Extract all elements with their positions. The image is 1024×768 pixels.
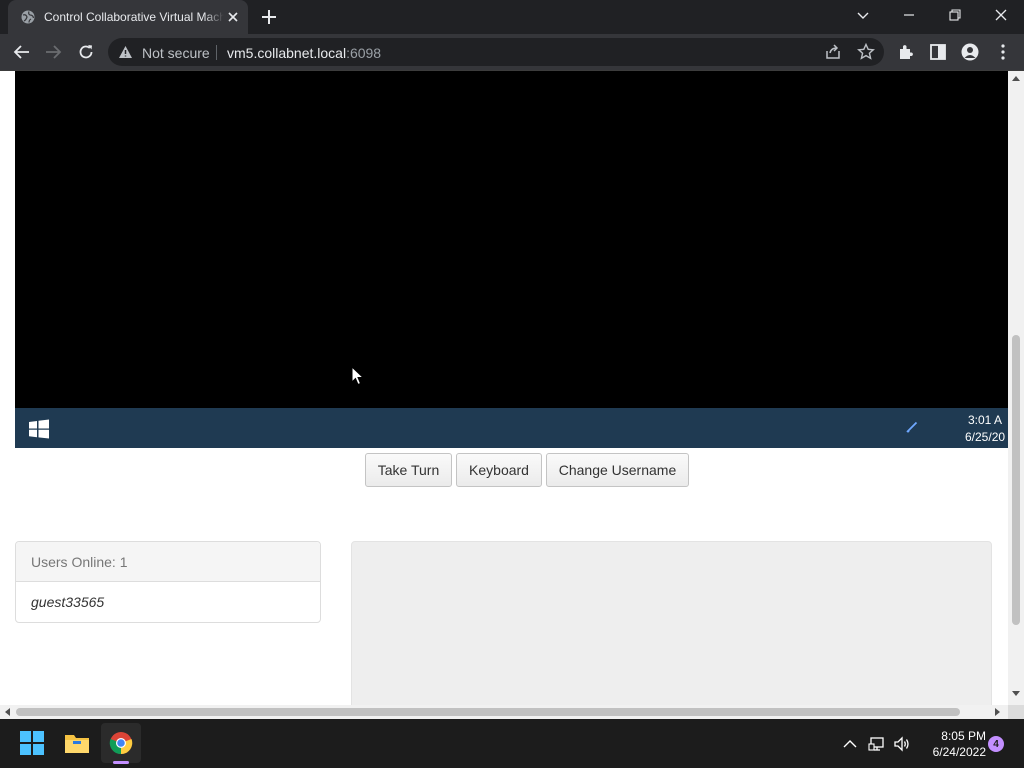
keyboard-button[interactable]: Keyboard xyxy=(456,453,542,487)
users-online-heading: Users Online: 1 xyxy=(16,542,320,582)
vm-clock[interactable]: 3:01 A 6/25/20 xyxy=(965,412,1005,446)
tab-search-button[interactable] xyxy=(840,0,886,30)
new-tab-icon[interactable] xyxy=(260,8,278,26)
active-app-indicator xyxy=(113,761,129,764)
url-host: vm5.collabnet.local xyxy=(227,45,347,61)
chevron-up-icon[interactable] xyxy=(841,735,859,753)
scroll-down-icon[interactable] xyxy=(1012,691,1020,697)
pen-icon[interactable] xyxy=(905,420,919,434)
system-clock[interactable]: 8:05 PM 6/24/2022 xyxy=(916,728,986,760)
back-icon[interactable] xyxy=(13,43,31,61)
restore-button[interactable] xyxy=(932,0,978,30)
bookmark-star-icon[interactable] xyxy=(857,43,875,61)
close-icon xyxy=(995,9,1007,21)
windows-start-icon[interactable] xyxy=(29,419,49,439)
change-username-button[interactable]: Change Username xyxy=(546,453,689,487)
profile-icon[interactable] xyxy=(961,43,979,61)
web-page: 3:01 A 6/25/20 Take Turn Keyboard Change… xyxy=(0,71,1008,705)
scroll-right-icon[interactable] xyxy=(995,708,1001,716)
volume-icon[interactable] xyxy=(893,735,911,753)
vertical-scrollbar[interactable] xyxy=(1008,71,1024,705)
share-icon[interactable] xyxy=(824,43,842,61)
browser-titlebar: Control Collaborative Virtual Machine xyxy=(0,0,1024,34)
vm-taskbar[interactable]: 3:01 A 6/25/20 xyxy=(15,408,1008,448)
chrome-icon xyxy=(109,732,133,755)
url-port: :6098 xyxy=(346,45,382,61)
globe-icon xyxy=(21,10,35,24)
take-turn-button[interactable]: Take Turn xyxy=(365,453,452,487)
menu-kebab-icon[interactable] xyxy=(994,43,1012,61)
address-bar[interactable]: Not secure vm5.collabnet.local:6098 xyxy=(108,38,884,66)
vm-clock-date: 6/25/20 xyxy=(965,430,1006,444)
url-text[interactable]: vm5.collabnet.local:6098 xyxy=(227,45,381,61)
mouse-cursor-icon xyxy=(351,366,365,386)
reload-icon[interactable] xyxy=(77,43,95,61)
minimize-icon xyxy=(904,14,914,16)
scroll-up-icon[interactable] xyxy=(1012,75,1020,81)
network-icon[interactable] xyxy=(868,735,886,753)
browser-toolbar: Not secure vm5.collabnet.local:6098 xyxy=(0,34,1024,71)
notification-badge[interactable]: 4 xyxy=(988,736,1004,752)
vertical-scroll-thumb[interactable] xyxy=(1012,335,1020,625)
side-panel-icon[interactable] xyxy=(929,43,947,61)
vm-display[interactable] xyxy=(15,71,1008,408)
security-status[interactable]: Not secure xyxy=(142,45,210,61)
minimize-button[interactable] xyxy=(886,0,932,30)
omnibox-divider xyxy=(216,45,217,60)
system-time: 8:05 PM xyxy=(941,729,986,743)
windows-logo-icon xyxy=(20,731,44,755)
windows-taskbar: 8:05 PM 6/24/2022 4 xyxy=(0,719,1024,768)
folder-icon xyxy=(65,735,89,753)
start-button[interactable] xyxy=(12,723,52,763)
system-date: 6/24/2022 xyxy=(932,745,986,759)
extensions-icon[interactable] xyxy=(897,43,915,61)
warning-icon[interactable] xyxy=(118,45,133,59)
chat-panel[interactable] xyxy=(351,541,992,705)
vm-clock-time: 3:01 A xyxy=(968,413,1003,427)
scroll-left-icon[interactable] xyxy=(4,708,10,716)
close-window-button[interactable] xyxy=(978,0,1024,30)
tab-title: Control Collaborative Virtual Machine xyxy=(44,10,224,24)
horizontal-scroll-thumb[interactable] xyxy=(16,708,960,716)
chevron-down-icon xyxy=(857,12,869,19)
chrome-taskbar-button[interactable] xyxy=(101,723,141,763)
close-tab-icon[interactable] xyxy=(225,9,241,25)
browser-tab[interactable]: Control Collaborative Virtual Machine xyxy=(8,0,248,34)
horizontal-scrollbar[interactable] xyxy=(0,705,1008,719)
scrollbar-corner xyxy=(1008,705,1024,719)
users-online-panel: Users Online: 1 guest33565 xyxy=(15,541,321,623)
forward-icon[interactable] xyxy=(44,43,62,61)
user-list-item[interactable]: guest33565 xyxy=(16,582,320,622)
file-explorer-button[interactable] xyxy=(57,723,97,763)
restore-icon xyxy=(949,9,961,21)
